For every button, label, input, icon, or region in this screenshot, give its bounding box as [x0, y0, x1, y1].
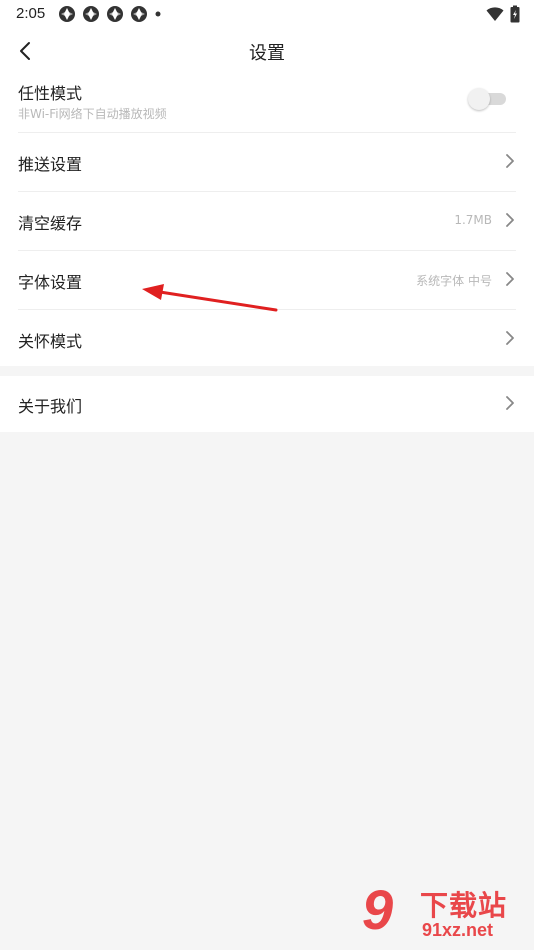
setting-row-autoplay[interactable]: 任性模式 非Wi-Fi网络下自动播放视频: [18, 74, 516, 133]
watermark-number: 9: [362, 878, 394, 941]
setting-label: 关于我们: [18, 397, 83, 416]
more-dot-icon: [155, 11, 161, 17]
cache-size-value: 1.7MB: [454, 213, 492, 227]
setting-row-push[interactable]: 推送设置: [18, 133, 516, 192]
setting-label: 任性模式: [18, 84, 83, 103]
setting-label: 推送设置: [18, 155, 83, 174]
settings-group-about: 关于我们: [0, 376, 534, 432]
app-header: 设置: [0, 28, 534, 74]
setting-row-about[interactable]: 关于我们: [18, 376, 516, 432]
watermark-title: 下载站: [420, 889, 508, 922]
setting-row-care-mode[interactable]: 关怀模式: [18, 310, 516, 368]
status-bar: 2:05: [0, 0, 534, 28]
watermark-domain: 91xz.net: [422, 920, 494, 940]
toggle-thumb: [468, 88, 490, 110]
status-notification-icons: [58, 5, 162, 23]
status-system-icons: [486, 5, 520, 23]
settings-group-main: 任性模式 非Wi-Fi网络下自动播放视频 推送设置 清空缓存 1.7MB 字体设…: [0, 74, 534, 366]
app-notification-icon: [59, 6, 75, 22]
chevron-right-icon: [506, 213, 514, 227]
annotation-arrow-icon: [142, 284, 278, 312]
setting-label: 字体设置: [18, 273, 83, 292]
wifi-icon: [486, 7, 504, 21]
chevron-right-icon: [506, 396, 514, 410]
setting-label: 关怀模式: [18, 332, 83, 351]
font-setting-value: 系统字体 中号: [416, 274, 492, 288]
setting-label: 清空缓存: [18, 214, 83, 233]
battery-icon: [510, 5, 520, 23]
autoplay-toggle[interactable]: [468, 88, 506, 110]
page-title: 设置: [249, 43, 285, 64]
app-notification-icon: [131, 6, 147, 22]
watermark-logo: 9 下载站 91xz.net: [358, 878, 534, 950]
chevron-right-icon: [506, 154, 514, 168]
app-notification-icon: [107, 6, 123, 22]
app-notification-icon: [83, 6, 99, 22]
chevron-right-icon: [506, 331, 514, 345]
chevron-right-icon: [506, 272, 514, 286]
status-time: 2:05: [16, 5, 46, 22]
setting-sublabel: 非Wi-Fi网络下自动播放视频: [18, 107, 167, 121]
setting-row-clear-cache[interactable]: 清空缓存 1.7MB: [18, 192, 516, 251]
